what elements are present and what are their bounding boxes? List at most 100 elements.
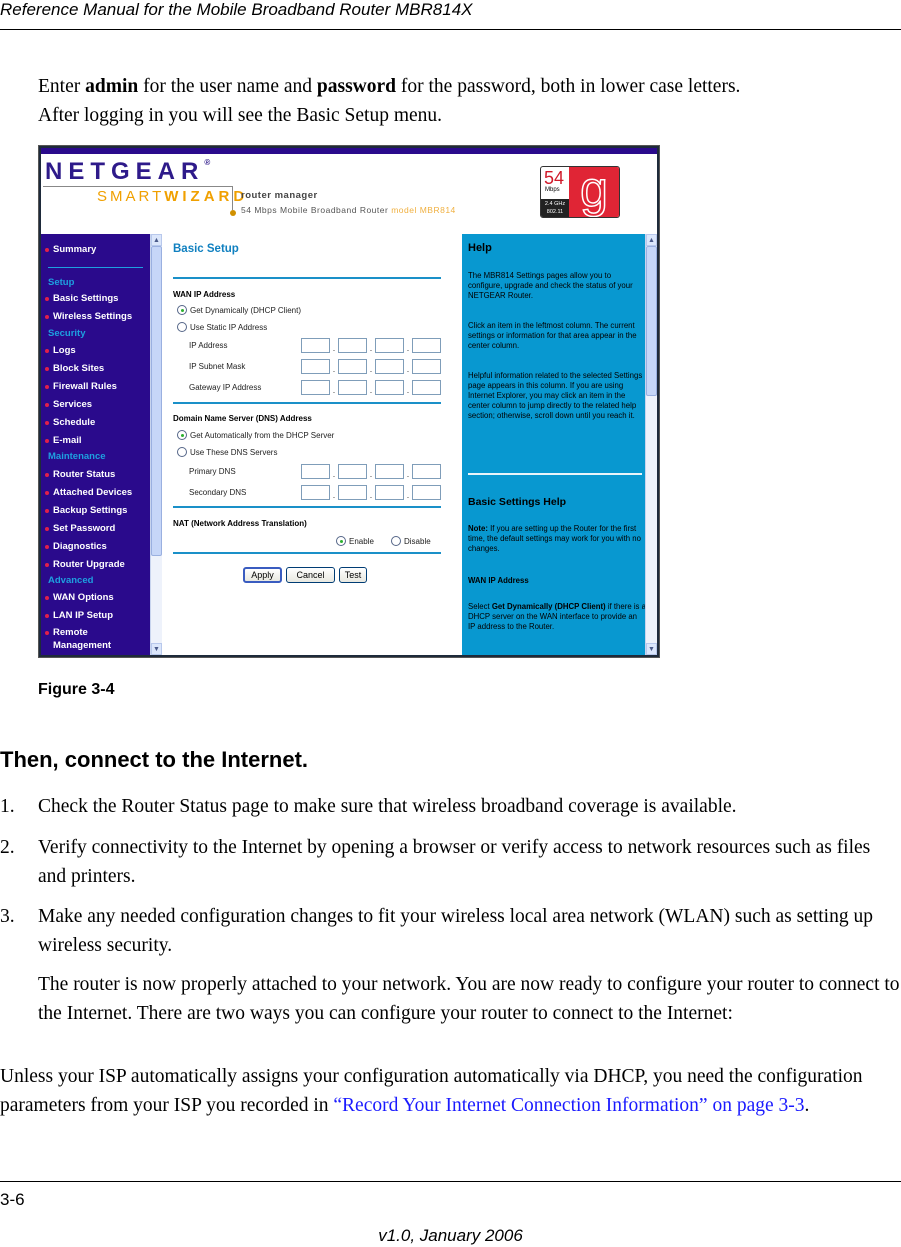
dns-heading: Domain Name Server (DNS) Address: [173, 414, 312, 423]
list-number: 2.: [0, 837, 15, 858]
ip-octet-4[interactable]: [412, 485, 441, 500]
secondary-dns-label: Secondary DNS: [189, 488, 247, 497]
ip-octet-1[interactable]: [301, 359, 330, 374]
help-scrollbar[interactable]: ▲ ▼: [645, 234, 657, 655]
nat-option-disable[interactable]: Disable: [391, 536, 431, 546]
section-heading: Then, connect to the Internet.: [0, 747, 309, 772]
intro-username: admin: [85, 76, 139, 97]
form-title: Basic Setup: [173, 243, 239, 255]
scroll-up-icon[interactable]: ▲: [646, 234, 657, 246]
ip-octet-3[interactable]: [375, 359, 404, 374]
nav-item-router-status[interactable]: Router Status: [45, 468, 115, 481]
scroll-thumb[interactable]: [646, 246, 657, 396]
radio-selected-icon[interactable]: [177, 305, 187, 315]
help-pane: Help The MBR814 Settings pages allow you…: [462, 234, 646, 655]
ip-octet-1[interactable]: [301, 380, 330, 395]
ip-octet-1[interactable]: [301, 464, 330, 479]
ip-address-input[interactable]: ...: [301, 338, 441, 353]
section-divider: [173, 277, 441, 279]
intro-password: password: [316, 76, 397, 97]
ip-octet-2[interactable]: [338, 485, 367, 500]
scroll-down-icon[interactable]: ▼: [646, 643, 657, 655]
primary-dns-label: Primary DNS: [189, 467, 236, 476]
nav-item-block-sites[interactable]: Block Sites: [45, 362, 104, 375]
netgear-logo: NETGEAR®: [45, 158, 211, 185]
ip-octet-2[interactable]: [338, 464, 367, 479]
secondary-dns-input[interactable]: ...: [301, 485, 441, 500]
router-subtitle: 54 Mbps Mobile Broadband Router model MB…: [241, 205, 456, 215]
wan-option-dhcp[interactable]: Get Dynamically (DHCP Client): [177, 305, 301, 315]
intro-text: for the password, both in lower case let…: [396, 76, 741, 97]
scroll-thumb[interactable]: [151, 246, 162, 556]
nav-item-wireless-settings[interactable]: Wireless Settings: [45, 310, 132, 323]
router-manager-title: router manager: [241, 190, 318, 201]
page-number: 3-6: [0, 1190, 25, 1209]
ip-octet-1[interactable]: [301, 338, 330, 353]
nav-item-logs[interactable]: Logs: [45, 344, 76, 357]
ip-octet-2[interactable]: [338, 359, 367, 374]
ip-octet-3[interactable]: [375, 464, 404, 479]
ip-octet-4[interactable]: [412, 380, 441, 395]
nav-section-security: Security: [48, 328, 86, 339]
help-wan-heading: WAN IP Address: [468, 576, 529, 585]
ip-octet-2[interactable]: [338, 338, 367, 353]
radio-icon[interactable]: [391, 536, 401, 546]
nav-item-email[interactable]: E-mail: [45, 434, 82, 447]
nav-divider: [48, 267, 143, 268]
gateway-label: Gateway IP Address: [189, 383, 262, 392]
help-title: Help: [468, 242, 492, 254]
record-connection-info-link[interactable]: “Record Your Internet Connection Informa…: [333, 1095, 804, 1116]
help-paragraph: Helpful information related to the selec…: [468, 371, 643, 420]
nav-item-diagnostics[interactable]: Diagnostics: [45, 540, 107, 553]
nav-scrollbar[interactable]: ▲ ▼: [150, 234, 162, 655]
ip-octet-3[interactable]: [375, 485, 404, 500]
nav-item-schedule[interactable]: Schedule: [45, 416, 95, 429]
ip-octet-3[interactable]: [375, 380, 404, 395]
scroll-down-icon[interactable]: ▼: [151, 643, 162, 655]
nav-item-wan-options[interactable]: WAN Options: [45, 591, 114, 604]
netgear-banner: NETGEAR® SMARTWIZARD router manager 54 M…: [41, 154, 657, 234]
radio-selected-icon[interactable]: [336, 536, 346, 546]
scroll-up-icon[interactable]: ▲: [151, 234, 162, 246]
primary-dns-input[interactable]: ...: [301, 464, 441, 479]
header-rule: [0, 29, 901, 30]
gateway-input[interactable]: ...: [301, 380, 441, 395]
54g-badge-icon: 54 Mbps 2.4 GHz 802.11 g: [540, 166, 620, 218]
nav-item-attached-devices[interactable]: Attached Devices: [45, 486, 132, 499]
nav-item-summary[interactable]: Summary: [45, 243, 96, 256]
wan-option-static[interactable]: Use Static IP Address: [177, 322, 267, 332]
nav-item-firewall-rules[interactable]: Firewall Rules: [45, 380, 117, 393]
ip-octet-4[interactable]: [412, 338, 441, 353]
nav-section-maintenance: Maintenance: [48, 451, 106, 462]
nav-item-set-password[interactable]: Set Password: [45, 522, 115, 535]
dns-option-manual[interactable]: Use These DNS Servers: [177, 447, 277, 457]
nav-item-lan-ip-setup[interactable]: LAN IP Setup: [45, 609, 113, 622]
ip-octet-2[interactable]: [338, 380, 367, 395]
radio-icon[interactable]: [177, 447, 187, 457]
nav-item-services[interactable]: Services: [45, 398, 92, 411]
badge-freq: 2.4 GHz 802.11: [541, 199, 569, 217]
nav-item-basic-settings[interactable]: Basic Settings: [45, 292, 118, 305]
apply-button[interactable]: Apply: [243, 567, 282, 583]
nav-item-remote-management[interactable]: Remote Management: [45, 626, 130, 652]
nav-item-router-upgrade[interactable]: Router Upgrade: [45, 558, 125, 571]
list-text: Make any needed configuration changes to…: [38, 906, 873, 956]
ip-octet-4[interactable]: [412, 464, 441, 479]
radio-icon[interactable]: [177, 322, 187, 332]
help-paragraph: The MBR814 Settings pages allow you to c…: [468, 271, 633, 300]
running-header: Reference Manual for the Mobile Broadban…: [0, 0, 473, 19]
radio-selected-icon[interactable]: [177, 430, 187, 440]
help-subtitle: Basic Settings Help: [468, 496, 567, 508]
cancel-button[interactable]: Cancel: [286, 567, 335, 583]
ip-octet-4[interactable]: [412, 359, 441, 374]
subnet-mask-input[interactable]: ...: [301, 359, 441, 374]
section-divider: [173, 402, 441, 404]
nat-option-enable[interactable]: Enable: [336, 536, 374, 546]
list-text: Verify connectivity to the Internet by o…: [38, 837, 871, 887]
dns-option-auto[interactable]: Get Automatically from the DHCP Server: [177, 430, 334, 440]
test-button[interactable]: Test: [339, 567, 367, 583]
nav-item-backup-settings[interactable]: Backup Settings: [45, 504, 127, 517]
ip-octet-3[interactable]: [375, 338, 404, 353]
ip-octet-1[interactable]: [301, 485, 330, 500]
section-divider: [173, 552, 441, 554]
